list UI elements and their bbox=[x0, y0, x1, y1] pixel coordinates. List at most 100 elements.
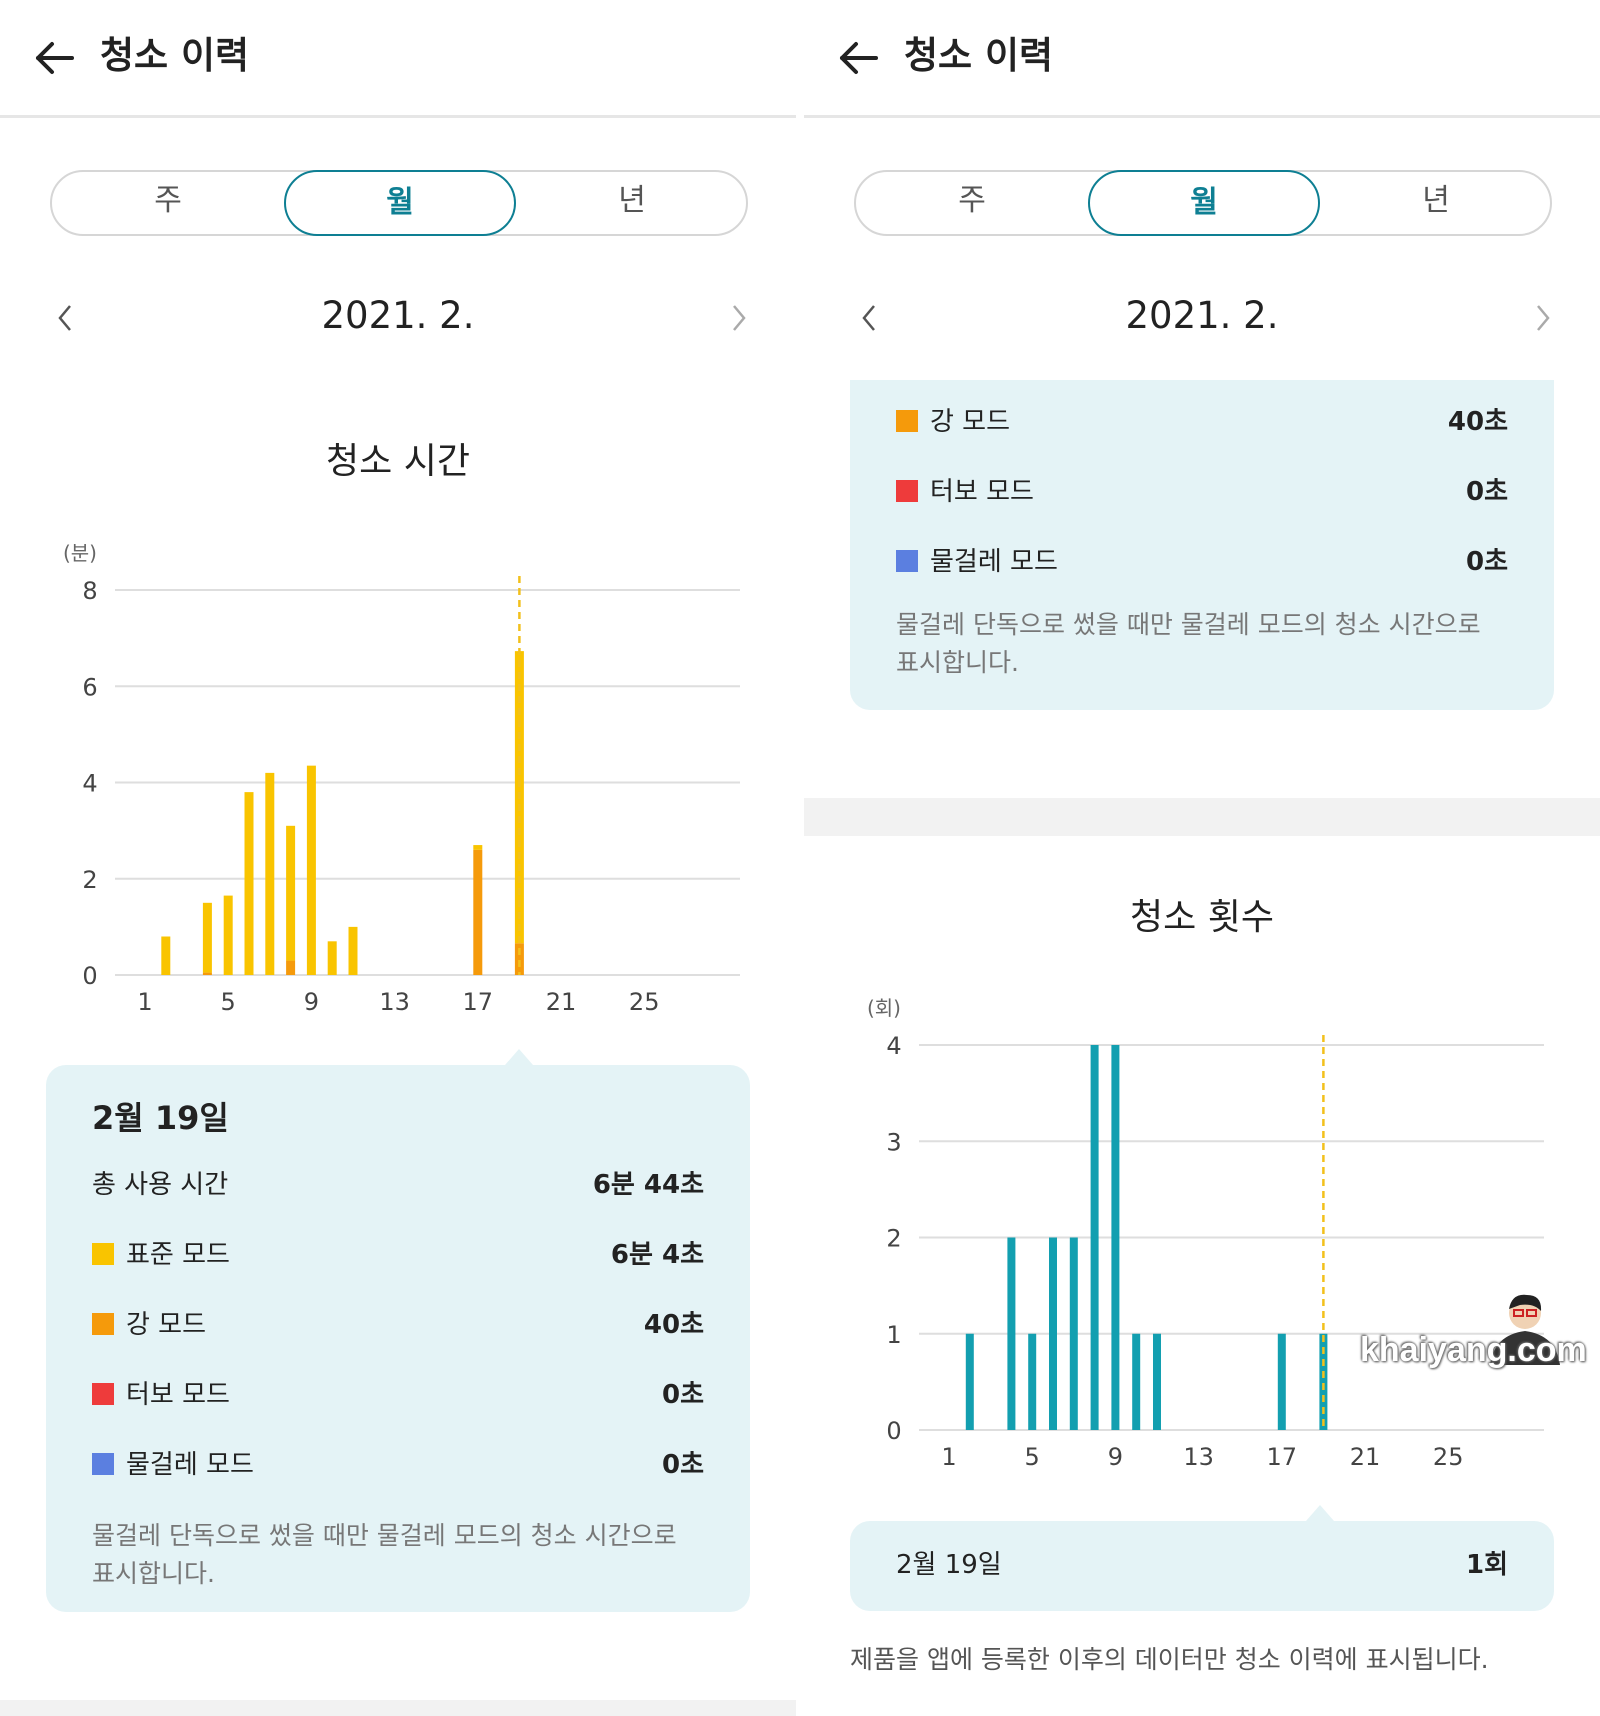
back-button[interactable] bbox=[836, 36, 888, 80]
chart-bar bbox=[327, 941, 337, 975]
chart-title: 청소 횟수 bbox=[1130, 897, 1274, 938]
strong-mode-swatch bbox=[896, 410, 918, 432]
chart-bar bbox=[244, 792, 254, 975]
chart-bar bbox=[1028, 1333, 1037, 1430]
summary-count: 1회 bbox=[1465, 1550, 1508, 1580]
tab-month[interactable]: 월 bbox=[284, 170, 516, 236]
chart-bar bbox=[1153, 1333, 1161, 1430]
summary-date: 2월 19일 bbox=[896, 1550, 1002, 1580]
current-month: 2021. 2. bbox=[321, 294, 475, 337]
back-button[interactable] bbox=[32, 36, 84, 80]
next-month-button[interactable] bbox=[722, 300, 754, 336]
detail-row-mop: 물걸레 모드 0초 bbox=[92, 1445, 704, 1489]
y-axis-unit-label: (분) bbox=[63, 541, 97, 565]
x-tick-label: 9 bbox=[1108, 1443, 1123, 1471]
chart-bar bbox=[1069, 1237, 1078, 1430]
legend-row-mop: 물걸레 모드 0초 bbox=[896, 542, 1508, 586]
turbo-mode-swatch bbox=[896, 480, 918, 502]
chart-bar bbox=[306, 765, 316, 975]
x-tick-label: 5 bbox=[1025, 1443, 1040, 1471]
section-divider bbox=[0, 1700, 796, 1716]
tab-year[interactable]: 년 bbox=[516, 170, 748, 236]
tab-year[interactable]: 년 bbox=[1320, 170, 1552, 236]
chart-bar bbox=[286, 825, 296, 961]
period-segmented-control: 주 월 년 bbox=[854, 170, 1552, 236]
row-label: 강 모드 bbox=[126, 1310, 207, 1340]
chart-bar bbox=[161, 936, 171, 975]
chart-bar bbox=[1049, 1237, 1057, 1430]
y-tick-label: 2 bbox=[82, 866, 97, 894]
turbo-mode-swatch bbox=[92, 1383, 114, 1405]
tab-month[interactable]: 월 bbox=[1088, 170, 1320, 236]
y-tick-label: 4 bbox=[82, 770, 97, 798]
current-month: 2021. 2. bbox=[1125, 294, 1279, 337]
y-tick-label: 4 bbox=[886, 1032, 901, 1060]
chart-bar bbox=[1111, 1045, 1120, 1430]
y-axis-unit-label: (회) bbox=[867, 996, 901, 1020]
watermark: khaiyang.com bbox=[1360, 1285, 1590, 1375]
chart-bar bbox=[202, 902, 212, 973]
y-tick-label: 6 bbox=[82, 673, 97, 701]
mode-legend-card: 강 모드 40초 터보 모드 0초 물걸레 모드 0초 물걸레 단독으로 썼을 … bbox=[850, 380, 1554, 710]
row-value: 0초 bbox=[661, 1380, 704, 1410]
chart-bar bbox=[473, 849, 483, 975]
page-title: 청소 이력 bbox=[100, 34, 250, 77]
chart-bar bbox=[1132, 1333, 1141, 1430]
chart-bar bbox=[473, 845, 483, 850]
arrow-left-icon bbox=[840, 42, 878, 74]
standard-mode-swatch bbox=[92, 1243, 114, 1265]
app-header: 청소 이력 bbox=[804, 0, 1600, 118]
detail-row-total: 총 사용 시간 6분 44초 bbox=[92, 1165, 704, 1209]
row-value: 40초 bbox=[1447, 407, 1508, 437]
mop-mode-swatch bbox=[92, 1453, 114, 1475]
legend-row-strong: 강 모드 40초 bbox=[896, 402, 1508, 446]
strong-mode-swatch bbox=[92, 1313, 114, 1335]
chart-title: 청소 시간 bbox=[326, 441, 470, 482]
row-value: 6분 44초 bbox=[592, 1170, 704, 1200]
row-label: 터보 모드 bbox=[930, 477, 1034, 507]
x-tick-label: 17 bbox=[1267, 1443, 1298, 1471]
arrow-left-icon bbox=[36, 42, 74, 74]
x-tick-label: 25 bbox=[629, 988, 660, 1016]
chart-bar bbox=[1007, 1237, 1016, 1430]
mop-mode-swatch bbox=[896, 550, 918, 572]
cleaning-history-count-screen: 청소 이력 주 월 년 2021. 2. 강 모드 40초 터보 모드 0초 물… bbox=[804, 0, 1600, 1716]
watermark-text: khaiyang.com bbox=[1360, 1331, 1587, 1369]
summary-pointer bbox=[1306, 1505, 1334, 1521]
chart-bar bbox=[223, 895, 233, 975]
row-value: 0초 bbox=[1465, 477, 1508, 507]
x-tick-label: 13 bbox=[379, 988, 410, 1016]
x-tick-label: 17 bbox=[463, 988, 494, 1016]
row-label: 물걸레 모드 bbox=[126, 1450, 254, 1480]
x-tick-label: 13 bbox=[1183, 1443, 1214, 1471]
date-navigator: 2021. 2. bbox=[804, 282, 1600, 354]
y-tick-label: 2 bbox=[886, 1225, 901, 1253]
next-month-button[interactable] bbox=[1526, 300, 1558, 336]
x-tick-label: 21 bbox=[1350, 1443, 1381, 1471]
chart-bar bbox=[265, 772, 275, 975]
page-title: 청소 이력 bbox=[904, 34, 1054, 77]
tab-week[interactable]: 주 bbox=[856, 170, 1088, 236]
cleaning-count-chart: (회) 0 1 2 3 4 1 5 9 13 17 21 25 bbox=[867, 996, 1544, 1471]
date-navigator: 2021. 2. bbox=[0, 282, 796, 354]
row-label: 총 사용 시간 bbox=[92, 1170, 229, 1200]
y-tick-label: 0 bbox=[82, 962, 97, 990]
detail-row-standard: 표준 모드 6분 4초 bbox=[92, 1235, 704, 1279]
chart-bar bbox=[348, 926, 358, 975]
day-detail-card: 2월 19일 총 사용 시간 6분 44초 표준 모드 6분 4초 강 모드 4… bbox=[46, 1065, 750, 1612]
cleaning-time-chart: (분) 0 2 4 6 8 1 5 9 13 17 21 25 bbox=[63, 541, 740, 1016]
x-tick-label: 1 bbox=[941, 1443, 956, 1471]
y-tick-label: 0 bbox=[886, 1417, 901, 1445]
chart-bar bbox=[965, 1333, 974, 1430]
chevron-right-icon bbox=[733, 305, 746, 331]
row-value: 0초 bbox=[1465, 547, 1508, 577]
cleaning-history-time-screen: 청소 이력 주 월 년 2021. 2. 청소 시간 (분) 0 2 4 6 8 1 5 9 13… bbox=[0, 0, 796, 1716]
chart-bar bbox=[202, 972, 212, 975]
section-divider bbox=[804, 798, 1600, 836]
x-tick-label: 5 bbox=[221, 988, 236, 1016]
tab-week[interactable]: 주 bbox=[52, 170, 284, 236]
detail-date: 2월 19일 bbox=[92, 1099, 229, 1137]
detail-row-strong: 강 모드 40초 bbox=[92, 1305, 704, 1349]
y-tick-label: 3 bbox=[886, 1128, 901, 1156]
mop-mode-note: 물걸레 단독으로 썼을 때만 물걸레 모드의 청소 시간으로 표시합니다. bbox=[92, 1521, 677, 1588]
